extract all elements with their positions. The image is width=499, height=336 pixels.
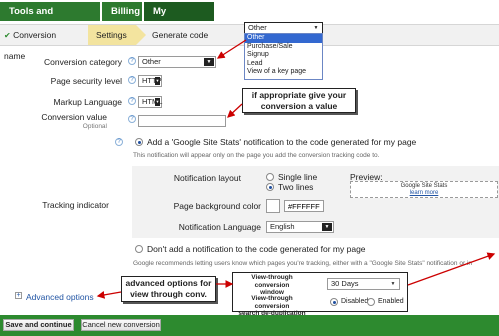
category-dropdown-list: Other Purchase/Sale Signup Lead View of …: [244, 33, 323, 80]
conversion-value-label: Conversion value Optional: [41, 113, 107, 131]
preview-box: Google Site Stats learn more: [350, 181, 498, 198]
top-nav: Tools and Analysis▼ Billing My account▼: [0, 0, 499, 36]
view-through-window-value: 30 Days: [331, 279, 359, 288]
arrow-advanced-options: [96, 291, 122, 299]
conversion-value-optional: Optional: [82, 123, 107, 130]
conversion-value-input[interactable]: [138, 115, 226, 127]
dropdown-arrow-icon: ▼: [322, 223, 332, 231]
page-bg-color-input[interactable]: [284, 200, 324, 212]
single-line-radio[interactable]: [266, 173, 274, 181]
save-continue-button[interactable]: Save and continue: [3, 319, 74, 331]
dropdown-option[interactable]: Signup: [245, 51, 322, 60]
add-notification-label: Add a 'Google Site Stats' notification t…: [147, 137, 417, 147]
preview-learn-more: learn more: [409, 190, 439, 196]
notification-language-label: Notification Language: [178, 222, 261, 232]
dropdown-arrow-icon: ▼: [204, 58, 214, 66]
expand-icon[interactable]: +: [15, 292, 22, 299]
advanced-options-link[interactable]: Advanced options: [26, 292, 94, 302]
two-lines-radio[interactable]: [266, 183, 274, 191]
advanced-options-callout-1: advanced options for: [125, 278, 212, 288]
notification-language-select[interactable]: English ▼: [266, 221, 334, 233]
dont-add-notification-radio[interactable]: [135, 245, 143, 253]
arrow-right: [407, 252, 496, 286]
tools-analysis-tab[interactable]: Tools and Analysis▼: [0, 2, 100, 36]
notification-language-value: English: [270, 222, 295, 231]
check-icon: ✔: [4, 31, 11, 40]
help-icon[interactable]: ?: [128, 76, 136, 84]
step-separator: [78, 25, 88, 45]
dropdown-arrow-icon: ▼: [155, 98, 160, 106]
step-conversion-name[interactable]: ✔ Conversion name: [0, 25, 78, 61]
dropdown-option[interactable]: Other: [245, 34, 322, 43]
page-bg-color-label: Page background color: [173, 201, 261, 211]
category-dropdown-selected: Other: [248, 23, 267, 32]
advanced-options-callout: advanced options for view through conv.: [121, 276, 216, 302]
dropdown-option[interactable]: Purchase/Sale: [245, 43, 322, 52]
conversion-category-label: Conversion category: [44, 57, 122, 67]
my-account-tab[interactable]: My account▼: [144, 2, 214, 36]
dedup-enabled-radio[interactable]: [367, 298, 375, 306]
step-settings-label: Settings: [96, 30, 127, 40]
markup-language-select[interactable]: HTML ▼: [138, 96, 162, 108]
help-icon[interactable]: ?: [128, 97, 136, 105]
advanced-options-callout-2: view through conv.: [130, 289, 207, 299]
color-swatch[interactable]: [266, 199, 280, 213]
preview-site-stats: Google Site Stats: [400, 183, 448, 189]
dedup-disabled-label: Disabled: [341, 298, 369, 305]
conversion-value-callout-1: if appropriate give your: [251, 90, 347, 100]
page-security-select[interactable]: HTTP ▼: [138, 75, 162, 87]
view-through-dedup-label-1: View-through conversion: [251, 295, 293, 310]
dropdown-option[interactable]: View of a key page: [245, 68, 322, 77]
billing-tab[interactable]: Billing: [102, 2, 142, 21]
step-generate-code-label: Generate code: [152, 30, 209, 40]
conversion-value-label-text: Conversion value: [41, 112, 107, 122]
help-icon[interactable]: ?: [115, 138, 123, 146]
add-notification-note: This notification will appear only on th…: [133, 152, 380, 159]
view-through-window-select[interactable]: 30 Days ▼: [327, 278, 400, 290]
billing-label: Billing: [111, 6, 141, 17]
add-notification-radio[interactable]: [135, 138, 143, 146]
dedup-enabled-label: Enabled: [378, 298, 404, 305]
cancel-conversion-button[interactable]: Cancel new conversion: [81, 319, 161, 331]
dropdown-arrow-icon: ▼: [311, 24, 321, 32]
dont-add-notification-note: Google recommends letting users know whi…: [133, 260, 472, 267]
dropdown-option[interactable]: Lead: [245, 60, 322, 69]
conversion-value-callout-2: conversion a value: [260, 101, 338, 111]
conversion-category-value: Other: [142, 57, 161, 66]
help-icon[interactable]: ?: [128, 115, 136, 123]
view-through-window-label-1: View-through conversion: [251, 274, 293, 289]
bottom-bar: [0, 315, 499, 336]
conversion-category-select[interactable]: Other ▼: [138, 56, 216, 68]
dedup-disabled-radio[interactable]: [330, 298, 338, 306]
step-generate-code[interactable]: Generate code: [146, 25, 226, 45]
page-security-label: Page security level: [50, 76, 122, 86]
dont-add-notification-label: Don't add a notification to the code gen…: [147, 244, 366, 254]
single-line-label: Single line: [278, 172, 318, 182]
tracking-indicator-label: Tracking indicator: [42, 200, 109, 210]
conversion-value-callout: if appropriate give your conversion a va…: [242, 88, 356, 113]
step-separator-active: [136, 25, 146, 45]
view-through-window-label: View-through conversion window: [234, 274, 310, 297]
two-lines-label: Two lines: [278, 182, 314, 192]
help-icon[interactable]: ?: [128, 57, 136, 65]
dropdown-arrow-icon: ▼: [388, 280, 398, 288]
dropdown-arrow-icon: ▼: [155, 77, 160, 85]
markup-language-label: Markup Language: [53, 97, 122, 107]
notification-layout-label: Notification layout: [173, 173, 241, 183]
step-settings[interactable]: Settings: [88, 25, 136, 45]
arrow-conversion-value: [227, 103, 243, 118]
